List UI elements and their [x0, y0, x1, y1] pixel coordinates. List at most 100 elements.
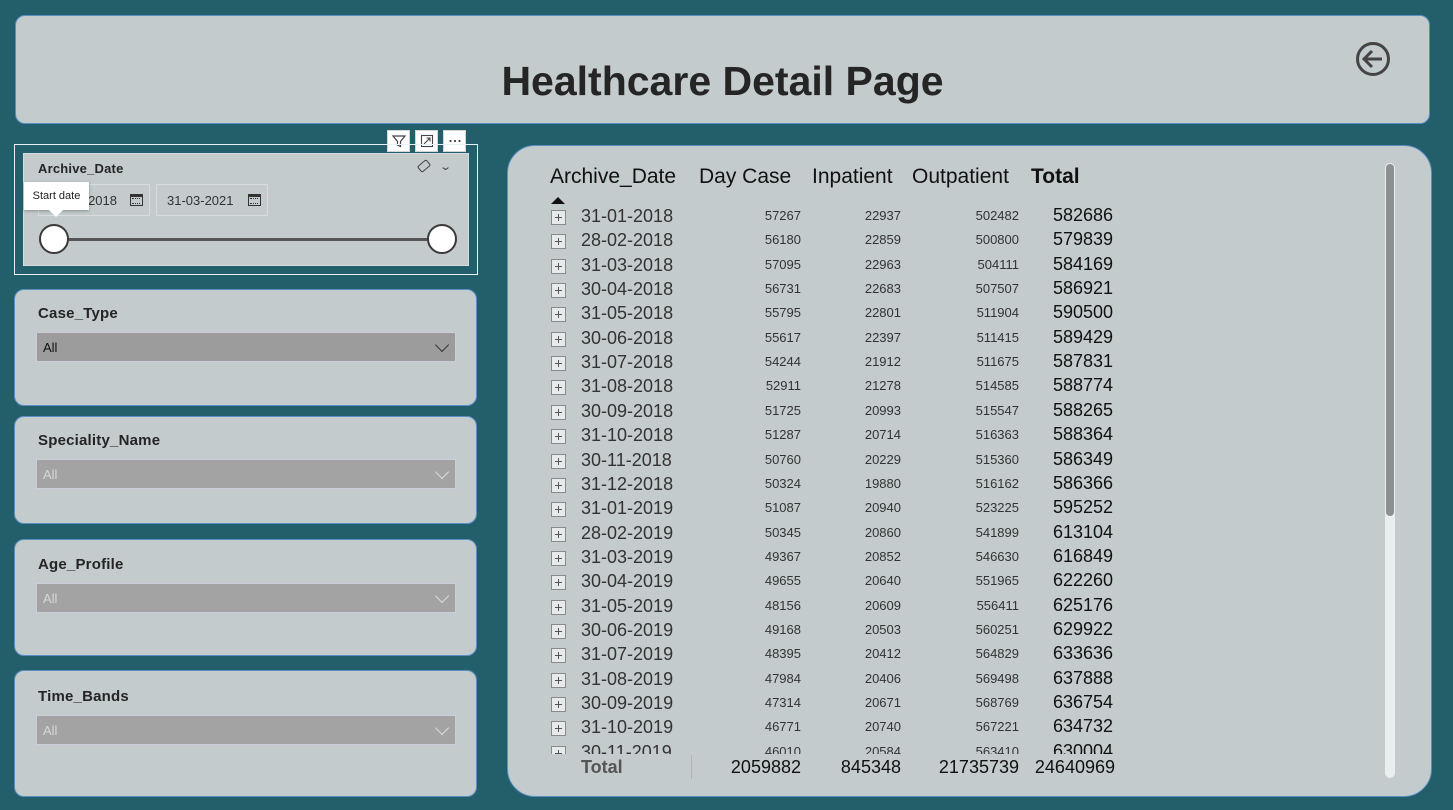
row-total: 616849 — [1053, 545, 1114, 566]
chevron-down-icon — [434, 337, 450, 353]
row-inpatient: 20671 — [864, 695, 901, 710]
expand-row-icon[interactable] — [551, 697, 566, 712]
expand-row-icon[interactable] — [551, 429, 566, 445]
table-row: 31-10-2018 51287 20714 516363 588364 — [508, 423, 1388, 447]
calendar-icon[interactable] — [130, 194, 143, 206]
case-type-dropdown[interactable]: All — [36, 332, 456, 362]
row-archive-date: 31-08-2018 — [581, 376, 674, 397]
sort-ascending-icon — [551, 197, 565, 204]
expand-row-icon[interactable] — [551, 331, 566, 347]
totals-inpatient: 845348 — [840, 757, 901, 777]
totals-separator — [691, 755, 692, 779]
chevron-down-icon[interactable]: ⌄ — [439, 160, 452, 173]
expand-row-icon[interactable] — [551, 283, 566, 299]
expand-row-icon[interactable] — [551, 258, 566, 274]
row-day-case: 57095 — [764, 256, 801, 272]
expand-row-icon[interactable] — [551, 307, 566, 323]
totals-day-case: 2059882 — [730, 757, 801, 777]
expand-row-icon[interactable] — [551, 599, 566, 615]
row-inpatient: 22859 — [864, 232, 901, 248]
row-outpatient: 560251 — [975, 621, 1019, 637]
row-archive-date: 31-01-2018 — [581, 206, 674, 226]
case-type-title: Case_Type — [38, 305, 118, 322]
row-archive-date: 28-02-2018 — [581, 230, 674, 251]
column-header-total[interactable]: Total — [1031, 165, 1080, 189]
expand-row-icon[interactable] — [551, 356, 566, 372]
row-inpatient: 20640 — [864, 573, 901, 589]
row-archive-date: 31-07-2018 — [581, 352, 674, 373]
column-header-day-case[interactable]: Day Case — [699, 165, 791, 189]
expand-row-icon[interactable] — [551, 745, 566, 754]
table-row: 30-06-2019 49168 20503 560251 629922 — [508, 618, 1388, 642]
start-date-value: 2018 — [88, 192, 117, 208]
end-date-slider-handle[interactable] — [427, 224, 457, 254]
table-row: 30-11-2018 50760 20229 515360 586349 — [508, 448, 1388, 472]
row-outpatient: 569498 — [975, 670, 1019, 686]
table-row: 31-12-2018 50324 19880 516162 586366 — [508, 472, 1388, 496]
speciality-name-dropdown[interactable]: All — [36, 459, 456, 489]
expand-row-icon[interactable] — [551, 380, 566, 396]
expand-row-icon[interactable] — [551, 575, 566, 591]
row-inpatient: 22937 — [864, 208, 901, 223]
row-outpatient: 514585 — [975, 378, 1019, 394]
expand-row-icon[interactable] — [551, 721, 566, 737]
table-row: 31-10-2019 46771 20740 567221 634732 — [508, 715, 1388, 739]
row-inpatient: 20406 — [864, 670, 901, 686]
row-total: 630004 — [1053, 740, 1114, 754]
row-day-case: 48156 — [764, 597, 801, 613]
row-outpatient: 504111 — [977, 256, 1019, 272]
totals-row: Total 2059882 845348 21735739 24640969 — [508, 755, 1388, 781]
calendar-icon[interactable] — [248, 194, 261, 206]
expand-row-icon[interactable] — [551, 623, 566, 639]
table-row: 31-07-2018 54244 21912 511675 587831 — [508, 350, 1388, 374]
row-day-case: 56731 — [764, 281, 801, 297]
row-inpatient: 22801 — [864, 305, 901, 321]
expand-row-icon[interactable] — [551, 210, 566, 225]
row-inpatient: 20860 — [864, 524, 901, 540]
expand-row-icon[interactable] — [551, 526, 566, 542]
table-row: 31-07-2019 48395 20412 564829 633636 — [508, 642, 1388, 666]
expand-row-icon[interactable] — [551, 550, 566, 566]
table-row: 30-09-2018 51725 20993 515547 588265 — [508, 399, 1388, 423]
expand-row-icon[interactable] — [551, 234, 566, 250]
row-day-case: 50324 — [764, 475, 801, 491]
back-arrow-circle-icon[interactable] — [1355, 41, 1391, 77]
date-range-slider-track[interactable] — [40, 238, 440, 241]
expand-row-icon[interactable] — [551, 404, 566, 420]
row-outpatient: 546630 — [975, 548, 1019, 564]
row-archive-date: 28-02-2019 — [581, 522, 674, 543]
expand-row-icon[interactable] — [551, 477, 566, 493]
chevron-down-icon — [434, 464, 450, 480]
table-row: 31-01-2018 57267 22937 502482 582686 — [508, 204, 1388, 228]
row-inpatient: 20740 — [864, 719, 901, 735]
table-row: 28-02-2019 50345 20860 541899 613104 — [508, 521, 1388, 545]
age-profile-dropdown[interactable]: All — [36, 583, 456, 613]
row-archive-date: 31-03-2018 — [581, 254, 674, 275]
time-bands-dropdown[interactable]: All — [36, 715, 456, 745]
row-outpatient: 568769 — [975, 695, 1019, 710]
table-row: 30-04-2019 49655 20640 551965 622260 — [508, 569, 1388, 593]
totals-total: 24640969 — [1034, 757, 1115, 777]
column-header-archive-date[interactable]: Archive_Date — [550, 165, 676, 189]
expand-row-icon[interactable] — [551, 453, 566, 469]
row-total: 582686 — [1053, 205, 1114, 225]
table-row: 30-11-2019 46010 20584 563410 630004 — [508, 740, 1388, 754]
column-header-outpatient[interactable]: Outpatient — [912, 165, 1009, 189]
expand-row-icon[interactable] — [551, 648, 566, 664]
scrollbar-thumb[interactable] — [1386, 164, 1394, 516]
expand-row-icon[interactable] — [551, 672, 566, 688]
start-date-slider-handle[interactable] — [39, 224, 69, 254]
row-archive-date: 30-06-2019 — [581, 619, 674, 640]
row-inpatient: 19880 — [864, 475, 901, 491]
row-inpatient: 20584 — [864, 743, 901, 754]
row-outpatient: 502482 — [975, 208, 1019, 223]
end-date-input[interactable]: 31-03-2021 — [156, 184, 268, 216]
row-total: 637888 — [1053, 667, 1114, 688]
column-header-inpatient[interactable]: Inpatient — [812, 165, 893, 189]
expand-row-icon[interactable] — [551, 502, 566, 518]
row-day-case: 55795 — [764, 305, 801, 321]
row-archive-date: 31-03-2019 — [581, 546, 674, 567]
row-total: 584169 — [1053, 253, 1114, 274]
row-inpatient: 20852 — [864, 548, 901, 564]
row-day-case: 55617 — [764, 329, 801, 345]
